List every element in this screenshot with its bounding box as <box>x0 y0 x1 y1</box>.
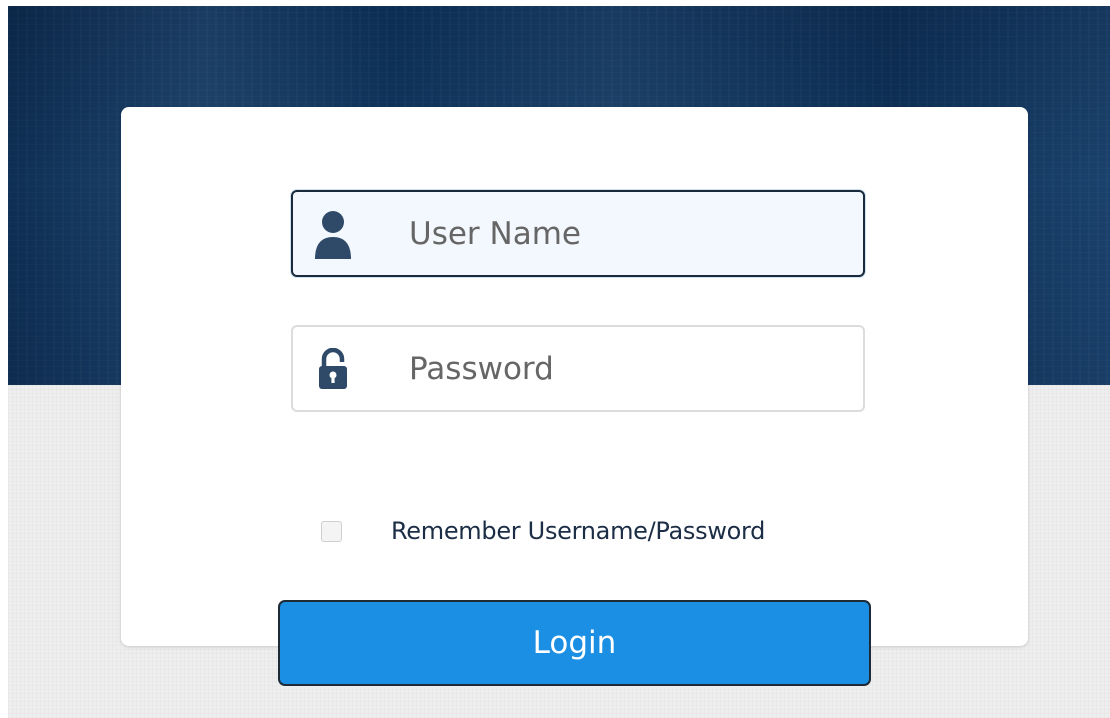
user-icon <box>313 208 353 260</box>
remember-checkbox[interactable] <box>321 520 342 542</box>
unlock-icon <box>313 343 353 395</box>
username-input[interactable] <box>409 192 849 275</box>
login-button[interactable]: Login <box>278 600 871 686</box>
remember-label[interactable]: Remember Username/Password <box>391 516 765 546</box>
login-page: Remember Username/Password Login <box>8 6 1110 718</box>
remember-row: Remember Username/Password <box>321 516 765 546</box>
username-field[interactable] <box>291 190 865 277</box>
login-card: Remember Username/Password <box>121 107 1028 646</box>
password-field[interactable] <box>291 325 865 412</box>
password-input[interactable] <box>409 327 849 410</box>
